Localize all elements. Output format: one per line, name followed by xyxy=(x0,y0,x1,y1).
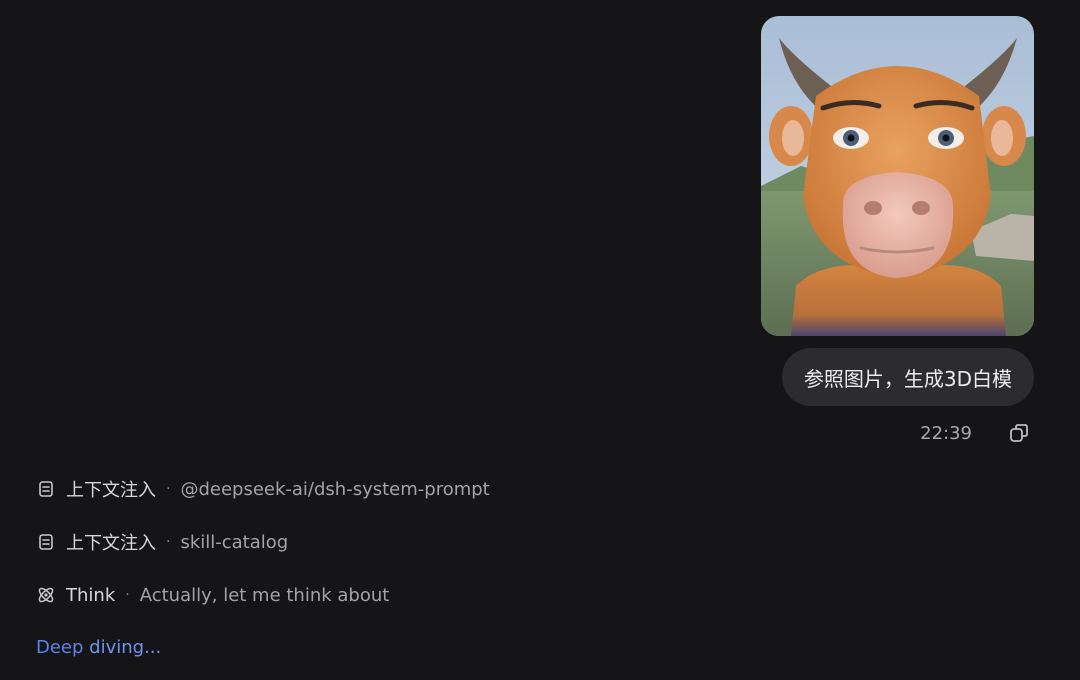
copy-icon xyxy=(1010,424,1028,442)
step-name: 上下文注入 xyxy=(66,480,156,501)
chat-view: 参照图片，生成3D白模 22:39 上下文注入 · @deepseek-ai/d… xyxy=(0,0,1080,680)
document-icon xyxy=(36,479,56,499)
step-context-injection-1[interactable]: 上下文注入 · @deepseek-ai/dsh-system-prompt xyxy=(36,474,490,504)
status-text-a: Deep xyxy=(36,637,90,658)
status-text: Deep diving... xyxy=(36,637,161,658)
copy-button[interactable] xyxy=(1006,420,1032,446)
user-attached-image[interactable] xyxy=(761,16,1034,336)
step-name: Think xyxy=(66,584,116,606)
atom-icon xyxy=(36,585,56,605)
step-separator: · xyxy=(166,481,171,497)
message-meta: 22:39 xyxy=(920,418,1032,448)
status-text-b: diving... xyxy=(89,637,162,658)
document-icon xyxy=(36,532,56,552)
step-context-injection-2[interactable]: 上下文注入 · skill-catalog xyxy=(36,527,288,557)
step-name: 上下文注入 xyxy=(66,533,156,554)
step-detail: skill-catalog xyxy=(180,531,289,553)
step-detail: @deepseek-ai/dsh-system-prompt xyxy=(180,478,490,500)
user-message-text: 参照图片，生成3D白模 xyxy=(803,366,1012,391)
step-detail: Actually, let me think about xyxy=(139,584,390,606)
cartoon-bull-image-art xyxy=(761,16,1034,336)
step-separator: · xyxy=(125,587,130,603)
user-message-bubble: 参照图片，生成3D白模 xyxy=(781,348,1034,406)
message-timestamp: 22:39 xyxy=(920,422,972,444)
step-think[interactable]: Think · Actually, let me think about xyxy=(36,580,389,610)
step-separator: · xyxy=(166,534,171,550)
